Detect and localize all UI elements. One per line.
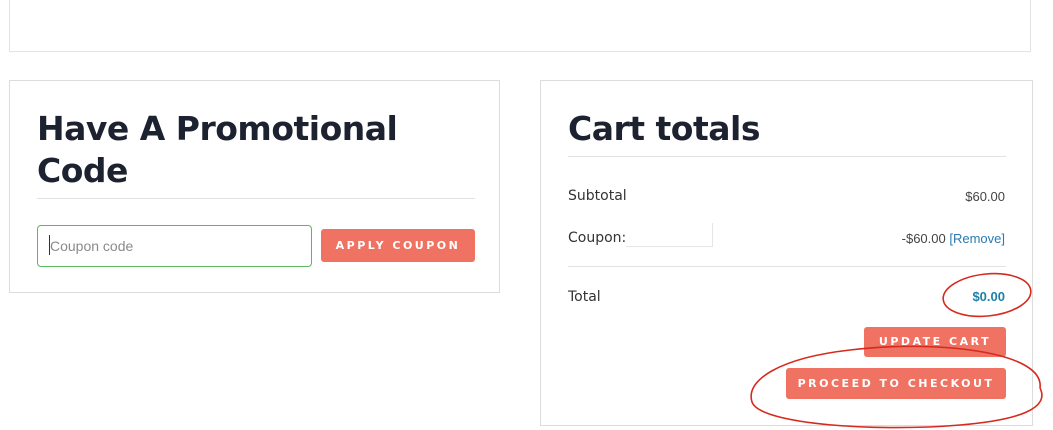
total-value: $0.00 bbox=[972, 289, 1005, 304]
update-cart-button[interactable]: UPDATE CART bbox=[864, 327, 1006, 357]
remove-coupon-link[interactable]: [Remove] bbox=[949, 231, 1005, 246]
subtotal-value: $60.00 bbox=[965, 189, 1005, 204]
text-caret bbox=[49, 235, 50, 255]
top-panel bbox=[9, 0, 1031, 52]
coupon-discount-row: -$60.00 [Remove] bbox=[902, 231, 1005, 246]
coupon-code-box bbox=[626, 223, 713, 247]
apply-coupon-button[interactable]: APPLY COUPON bbox=[321, 229, 475, 262]
coupon-discount-value: -$60.00 bbox=[901, 231, 946, 246]
coupon-label: Coupon: bbox=[568, 230, 627, 246]
totals-row-divider bbox=[568, 266, 1006, 267]
promo-divider bbox=[37, 198, 475, 199]
coupon-code-input[interactable] bbox=[37, 225, 312, 267]
proceed-to-checkout-button[interactable]: PROCEED TO CHECKOUT bbox=[786, 368, 1006, 399]
totals-divider bbox=[568, 156, 1006, 157]
promo-code-card: Have A Promotional Code APPLY COUPON bbox=[9, 80, 500, 293]
total-label: Total bbox=[568, 289, 601, 305]
subtotal-label: Subtotal bbox=[568, 188, 627, 204]
cart-totals-card: Cart totals Subtotal $60.00 Coupon: -$60… bbox=[540, 80, 1033, 426]
promo-heading: Have A Promotional Code bbox=[37, 109, 398, 190]
cart-totals-heading: Cart totals bbox=[568, 109, 760, 148]
